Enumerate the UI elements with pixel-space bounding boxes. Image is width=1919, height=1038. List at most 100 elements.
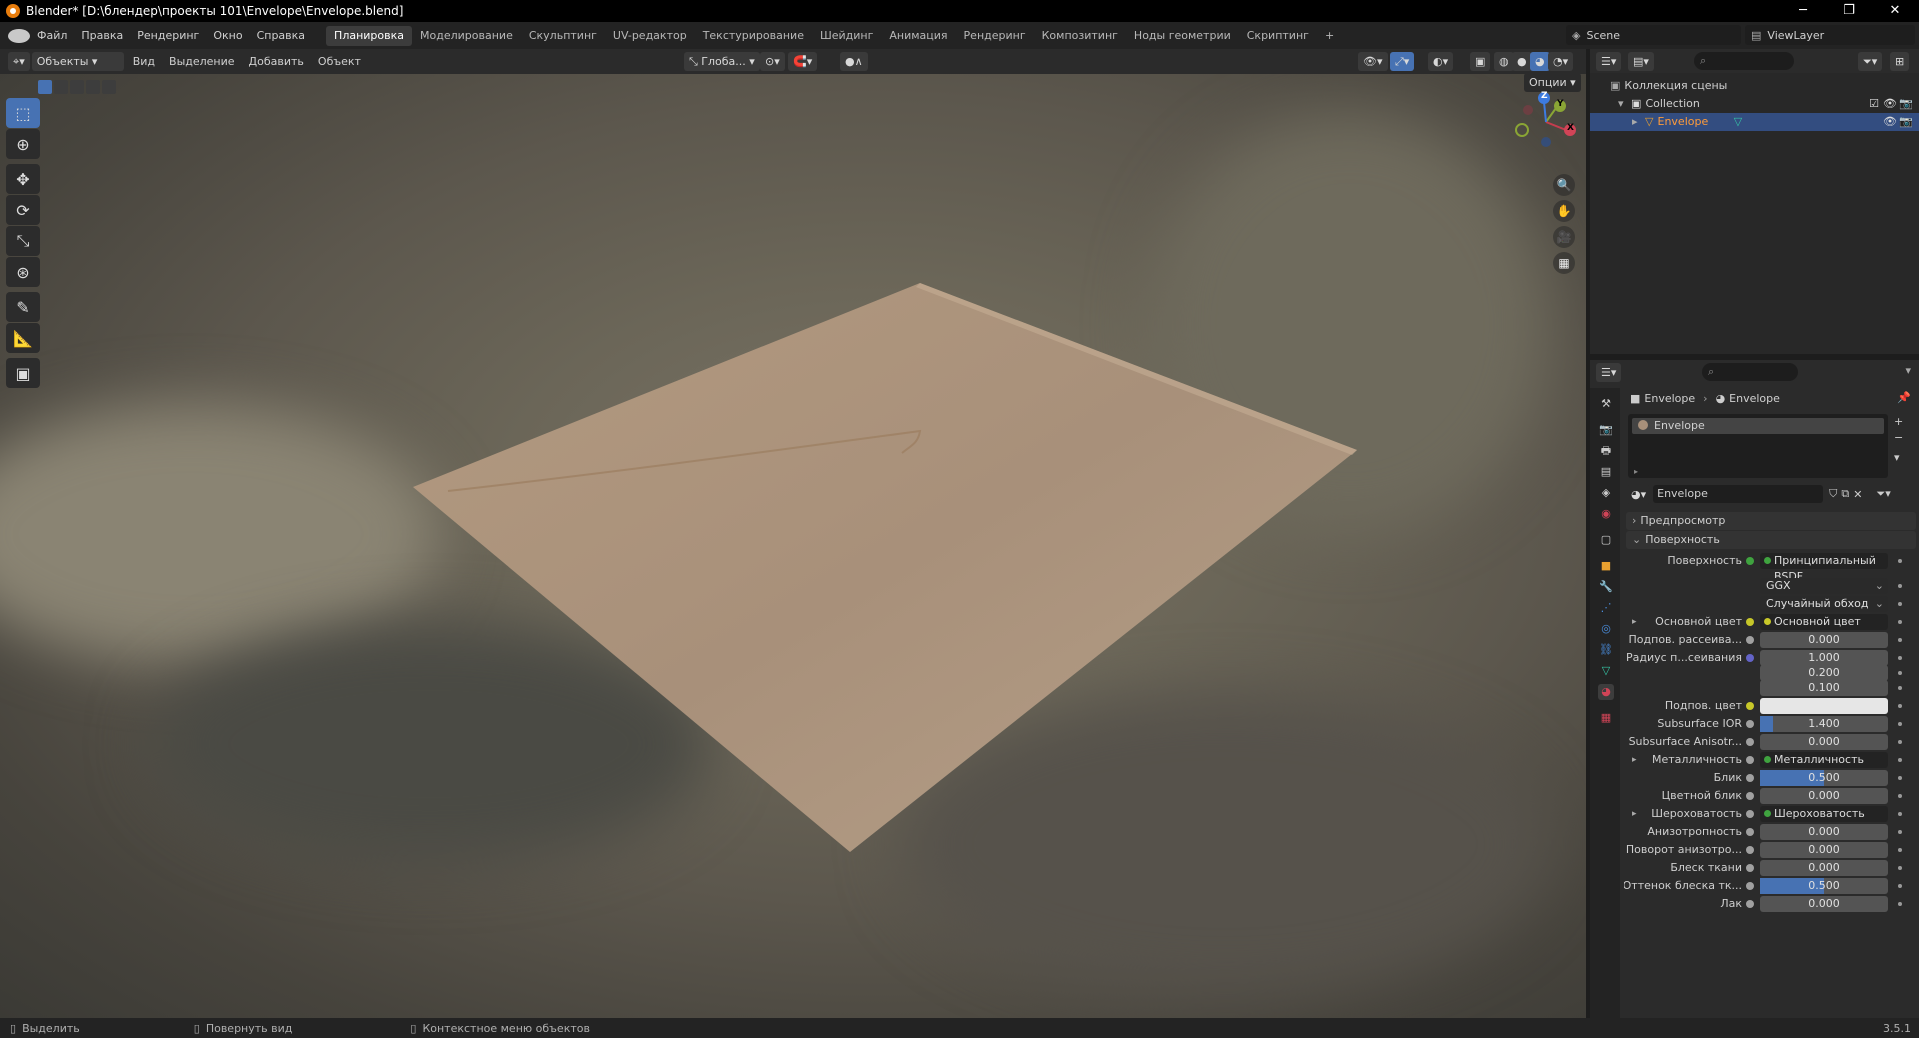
maximize-button[interactable]: ❐ [1826,0,1872,22]
tab-geometry-nodes[interactable]: Ноды геометрии [1126,26,1239,46]
gizmo-neg-z[interactable] [1541,137,1551,147]
tab-shading[interactable]: Шейдинг [812,26,881,46]
outliner-display-mode-button[interactable]: ▤▾ [1628,52,1654,71]
view-layer-selector[interactable]: ▤ ViewLayer [1745,25,1915,45]
render-tab-icon[interactable]: 📷 [1598,422,1614,438]
keyframe-dot-icon[interactable] [1898,902,1902,906]
keyframe-dot-icon[interactable] [1898,584,1902,588]
property-expand-icon[interactable]: ▸ [1632,613,1637,631]
socket-icon[interactable] [1746,618,1754,626]
keyframe-dot-icon[interactable] [1898,656,1902,660]
collection-exclude-checkbox[interactable]: ☑ [1869,95,1879,113]
color-swatch[interactable] [1760,698,1902,714]
scale-tool[interactable]: ⤡ [6,226,40,256]
envelope-mesh[interactable] [0,74,1586,1018]
properties-editor-type-button[interactable]: ☰▾ [1596,363,1622,382]
navigation-gizmo[interactable]: Z Y X [1508,84,1584,160]
dropdown-select[interactable]: GGX ⌄ [1760,578,1902,594]
pan-hand-icon[interactable]: ✋ [1553,200,1575,222]
slot-specials-button[interactable]: ▾ [1894,450,1903,466]
socket-icon[interactable] [1746,654,1754,662]
socket-icon[interactable] [1746,828,1754,836]
material-tab-icon[interactable]: ◕ [1598,684,1614,700]
close-button[interactable]: ✕ [1872,0,1918,22]
envelope-expand-icon[interactable]: ▸ [1632,115,1638,128]
preview-panel-header[interactable]: › Предпросмотр [1626,512,1916,530]
select-intersect-button[interactable] [102,80,116,94]
outliner-item-envelope[interactable]: ▸ ▽ Envelope ▽ 👁 📷 [1590,113,1919,131]
linked-node-field[interactable]: Основной цвет [1760,614,1902,630]
numeric-field[interactable]: 0.000 [1760,734,1902,750]
add-workspace-button[interactable]: + [1317,26,1342,46]
camera-view-icon[interactable]: 🎥 [1553,226,1575,248]
keyframe-dot-icon[interactable] [1898,758,1902,762]
socket-icon[interactable] [1746,702,1754,710]
transform-tool[interactable]: ⊛ [6,257,40,287]
particles-tab-icon[interactable]: ⋰ [1598,600,1614,616]
overlay-button[interactable]: ◐▾ [1428,52,1454,71]
envelope-visibility-icon[interactable]: 👁 [1883,113,1897,131]
material-shading-button[interactable]: ◕ [1530,52,1550,71]
data-tab-icon[interactable]: ▽ [1598,663,1614,679]
linked-node-field[interactable]: Металличность [1760,752,1902,768]
socket-icon[interactable] [1746,810,1754,818]
material-slot-item[interactable]: Envelope [1632,418,1884,434]
keyframe-dot-icon[interactable] [1898,776,1902,780]
world-tab-icon[interactable]: ◉ [1598,506,1614,522]
editor-type-button[interactable]: ⌖▾ [8,52,30,71]
properties-search-input[interactable]: ⌕ [1702,363,1798,381]
menu-add[interactable]: Добавить [242,55,311,68]
numeric-field[interactable]: 0.000 [1760,896,1902,912]
numeric-field[interactable]: 0.500 [1760,878,1902,894]
move-tool[interactable]: ✥ [6,164,40,194]
tab-scripting[interactable]: Скриптинг [1239,26,1317,46]
numeric-field[interactable]: 0.500 [1760,770,1902,786]
tab-layout[interactable]: Планировка [326,25,413,46]
modifier-tab-icon[interactable]: 🔧 [1598,579,1614,595]
keyframe-dot-icon[interactable] [1898,620,1902,624]
properties-options-icon[interactable]: ▾ [1905,364,1911,377]
property-expand-icon[interactable]: ▸ [1632,805,1637,823]
socket-icon[interactable] [1746,792,1754,800]
pivot-point-button[interactable]: ⊙▾ [760,52,785,71]
pin-icon[interactable]: 📌 [1897,391,1911,404]
keyframe-dot-icon[interactable] [1898,884,1902,888]
menu-help[interactable]: Справка [250,22,312,49]
gizmo-toggle-button[interactable]: ⤢▾ [1390,52,1415,71]
property-expand-icon[interactable]: ▸ [1632,751,1637,769]
menu-window[interactable]: Окно [206,22,249,49]
linked-node-field[interactable]: Принципиальный BSDF [1760,553,1902,583]
socket-icon[interactable] [1746,900,1754,908]
minimize-button[interactable]: ─ [1780,0,1826,22]
scene-selector[interactable]: ◈ Scene [1566,25,1741,45]
remove-slot-button[interactable]: − [1894,430,1903,446]
numeric-field[interactable]: 0.000 [1760,788,1902,804]
socket-icon[interactable] [1746,774,1754,782]
menu-object[interactable]: Объект [311,55,368,68]
solid-shading-button[interactable]: ● [1512,52,1532,71]
keyframe-dot-icon[interactable] [1898,740,1902,744]
tab-animation[interactable]: Анимация [881,26,955,46]
select-new-button[interactable] [38,80,52,94]
keyframe-dot-icon[interactable] [1898,559,1902,563]
keyframe-dot-icon[interactable] [1898,812,1902,816]
measure-tool[interactable]: 📐 [6,323,40,353]
wireframe-shading-button[interactable]: ◍ [1494,52,1514,71]
keyframe-dot-icon[interactable] [1898,848,1902,852]
material-name-field[interactable]: Envelope [1653,485,1824,503]
material-browse-button[interactable]: ◕▾ [1626,484,1652,504]
menu-edit[interactable]: Правка [74,22,130,49]
menu-view[interactable]: Вид [126,55,162,68]
keyframe-dot-icon[interactable] [1898,704,1902,708]
select-subtract-button[interactable] [70,80,84,94]
tab-sculpting[interactable]: Скульптинг [521,26,605,46]
socket-icon[interactable] [1746,756,1754,764]
physics-tab-icon[interactable]: ◎ [1598,621,1614,637]
socket-icon[interactable] [1746,738,1754,746]
select-extend-button[interactable] [54,80,68,94]
outliner-editor-type-button[interactable]: ☰▾ [1596,52,1622,71]
blender-menu-icon[interactable] [8,28,30,43]
socket-icon[interactable] [1746,557,1754,565]
outliner-item-collection[interactable]: ▾ ▣ Collection ☑ 👁 📷 [1590,95,1919,113]
tab-modeling[interactable]: Моделирование [412,26,521,46]
